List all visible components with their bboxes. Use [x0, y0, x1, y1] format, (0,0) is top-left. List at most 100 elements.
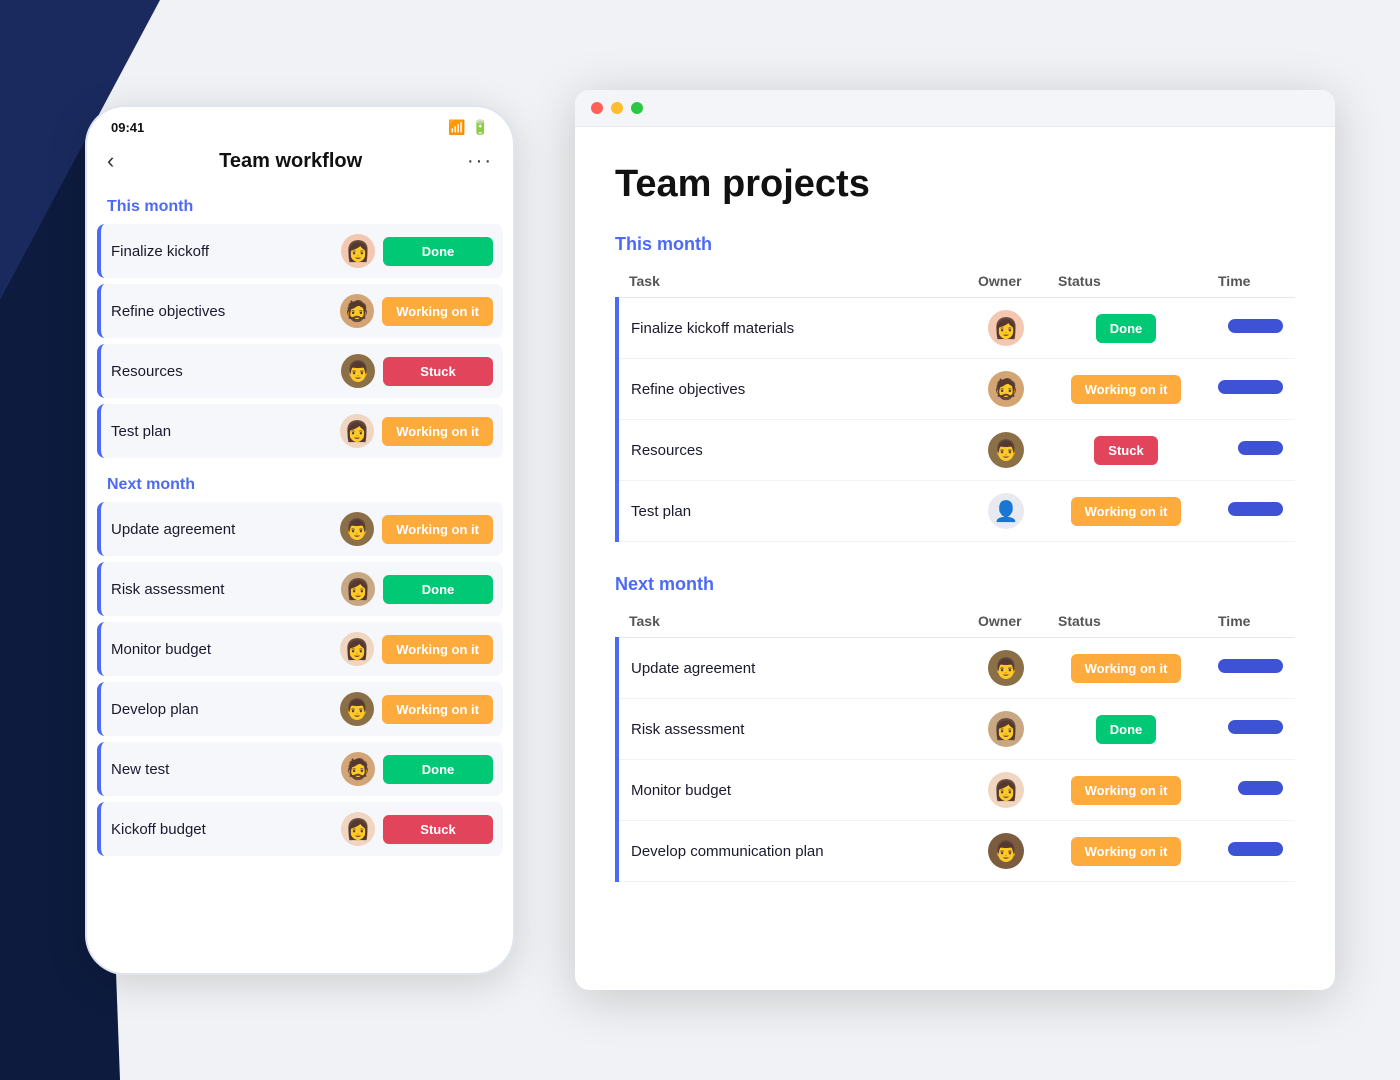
phone-next-month-label: Next month: [97, 464, 503, 502]
avatar: 👩: [341, 234, 375, 268]
task-name: New test: [111, 761, 333, 778]
desktop-this-month-body: Finalize kickoff materials 👩 Done Refine…: [617, 298, 1295, 542]
phone-next-month-list: Update agreement 👨 Working on it Risk as…: [97, 502, 503, 856]
status-badge[interactable]: Working on it: [382, 297, 493, 326]
status-badge[interactable]: Stuck: [383, 357, 493, 386]
status-cell[interactable]: Working on it: [1046, 638, 1206, 699]
task-row: Develop plan 👨 Working on it: [97, 682, 503, 736]
task-name: Develop plan: [111, 701, 332, 718]
minimize-dot[interactable]: [611, 102, 623, 114]
desktop-wrapper: Team projects This month Task Owner Stat…: [575, 90, 1335, 990]
avatar: 👩: [988, 310, 1024, 346]
status-badge[interactable]: Done: [1096, 314, 1157, 343]
status-badge[interactable]: Working on it: [1071, 654, 1182, 683]
time-cell: [1206, 359, 1295, 420]
time-cell: [1206, 821, 1295, 882]
status-cell[interactable]: Stuck: [1046, 420, 1206, 481]
time-bar: [1218, 659, 1283, 673]
status-badge[interactable]: Working on it: [382, 515, 493, 544]
avatar: 👩: [988, 711, 1024, 747]
battery-icon: 🔋: [472, 119, 489, 136]
maximize-dot[interactable]: [631, 102, 643, 114]
status-badge[interactable]: Done: [383, 575, 493, 604]
status-badge[interactable]: Working on it: [1071, 776, 1182, 805]
task-row: Risk assessment 👩 Done: [97, 562, 503, 616]
task-name: Risk assessment: [617, 699, 966, 760]
phone-time: 09:41: [111, 120, 144, 135]
avatar: 👨: [988, 833, 1024, 869]
status-cell[interactable]: Working on it: [1046, 760, 1206, 821]
status-badge[interactable]: Stuck: [383, 815, 493, 844]
phone-wrapper: 09:41 📶 🔋 ‹ Team workflow ··· This month…: [65, 80, 535, 1000]
task-row: Update agreement 👨 Working on it: [97, 502, 503, 556]
avatar: 👩: [340, 632, 374, 666]
task-name: Update agreement: [617, 638, 966, 699]
task-row: Kickoff budget 👩 Stuck: [97, 802, 503, 856]
table-row: Resources 👨 Stuck: [617, 420, 1295, 481]
table-row: Finalize kickoff materials 👩 Done: [617, 298, 1295, 359]
phone-device: 09:41 📶 🔋 ‹ Team workflow ··· This month…: [85, 105, 515, 975]
time-bar: [1238, 781, 1283, 795]
task-name: Refine objectives: [111, 303, 332, 320]
avatar-cell: 👩: [966, 699, 1046, 760]
avatar-cell: 👨: [966, 821, 1046, 882]
task-row: Monitor budget 👩 Working on it: [97, 622, 503, 676]
time-cell: [1206, 420, 1295, 481]
status-badge[interactable]: Working on it: [382, 417, 493, 446]
avatar: 👩: [340, 414, 374, 448]
time-bar: [1218, 380, 1283, 394]
time-cell: [1206, 760, 1295, 821]
task-name: Resources: [111, 363, 333, 380]
status-cell[interactable]: Done: [1046, 298, 1206, 359]
phone-content: This month Finalize kickoff 👩 Done Refin…: [87, 186, 513, 973]
back-button[interactable]: ‹: [107, 148, 114, 174]
avatar-cell: 👨: [966, 420, 1046, 481]
task-name: Kickoff budget: [111, 821, 333, 838]
task-name: Test plan: [617, 481, 966, 542]
task-name: Risk assessment: [111, 581, 333, 598]
status-badge[interactable]: Done: [1096, 715, 1157, 744]
time-cell: [1206, 638, 1295, 699]
col-status: Status: [1046, 265, 1206, 298]
avatar-cell: 👤: [966, 481, 1046, 542]
task-name: Develop communication plan: [617, 821, 966, 882]
this-month-table: Task Owner Status Time Finalize kickoff …: [615, 265, 1295, 542]
close-dot[interactable]: [591, 102, 603, 114]
avatar: 👩: [988, 772, 1024, 808]
task-row: Resources 👨 Stuck: [97, 344, 503, 398]
task-name: Resources: [617, 420, 966, 481]
more-options-button[interactable]: ···: [467, 150, 493, 173]
col-task-2: Task: [617, 605, 966, 638]
status-cell[interactable]: Working on it: [1046, 821, 1206, 882]
time-bar: [1228, 842, 1283, 856]
status-badge[interactable]: Done: [383, 237, 493, 266]
task-row: Test plan 👩 Working on it: [97, 404, 503, 458]
table-row: Test plan 👤 Working on it: [617, 481, 1295, 542]
time-cell: [1206, 481, 1295, 542]
desktop-next-month-label: Next month: [615, 574, 1295, 595]
status-badge[interactable]: Working on it: [1071, 375, 1182, 404]
time-bar: [1228, 319, 1283, 333]
avatar: 👩: [341, 812, 375, 846]
col-time-2: Time: [1206, 605, 1295, 638]
status-badge[interactable]: Working on it: [1071, 497, 1182, 526]
next-month-table: Task Owner Status Time Update agreement …: [615, 605, 1295, 882]
status-cell[interactable]: Done: [1046, 699, 1206, 760]
status-badge[interactable]: Done: [383, 755, 493, 784]
avatar: 👨: [988, 432, 1024, 468]
desktop-content: Team projects This month Task Owner Stat…: [575, 127, 1335, 990]
status-badge[interactable]: Working on it: [1071, 837, 1182, 866]
table-row: Update agreement 👨 Working on it: [617, 638, 1295, 699]
avatar: 👨: [340, 692, 374, 726]
status-badge[interactable]: Working on it: [382, 635, 493, 664]
task-row: New test 🧔 Done: [97, 742, 503, 796]
status-badge[interactable]: Working on it: [382, 695, 493, 724]
time-bar: [1238, 441, 1283, 455]
avatar-cell: 🧔: [966, 359, 1046, 420]
status-badge[interactable]: Stuck: [1094, 436, 1157, 465]
status-cell[interactable]: Working on it: [1046, 481, 1206, 542]
desktop-next-month-body: Update agreement 👨 Working on it Risk as…: [617, 638, 1295, 882]
phone-this-month-label: This month: [97, 186, 503, 224]
status-cell[interactable]: Working on it: [1046, 359, 1206, 420]
task-row: Finalize kickoff 👩 Done: [97, 224, 503, 278]
